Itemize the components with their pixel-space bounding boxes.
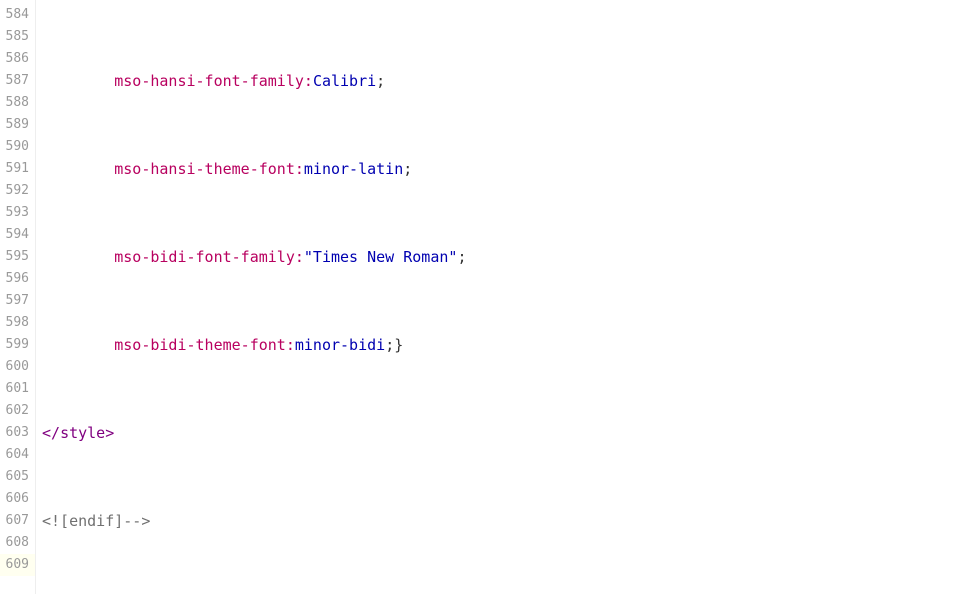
line-number: 585 (0, 26, 35, 48)
code-area[interactable]: mso-hansi-font-family:Calibri; mso-hansi… (36, 0, 967, 594)
code-line[interactable]: </style> (42, 422, 967, 444)
line-number: 597 (0, 290, 35, 312)
line-number: 608 (0, 532, 35, 554)
line-number: 584 (0, 4, 35, 26)
line-number: 605 (0, 466, 35, 488)
line-number: 601 (0, 378, 35, 400)
line-number: 594 (0, 224, 35, 246)
code-line[interactable]: mso-bidi-theme-font:minor-bidi;} (42, 334, 967, 356)
code-line[interactable]: mso-hansi-theme-font:minor-latin; (42, 158, 967, 180)
line-number: 596 (0, 268, 35, 290)
line-number: 598 (0, 312, 35, 334)
line-number-gutter: 584 585 586 587 588 589 590 591 592 593 … (0, 0, 36, 594)
code-line[interactable]: mso-bidi-font-family:"Times New Roman"; (42, 246, 967, 268)
line-number: 595 (0, 246, 35, 268)
line-number: 593 (0, 202, 35, 224)
line-number: 607 (0, 510, 35, 532)
code-line[interactable]: <![endif]--> (42, 510, 967, 532)
code-editor: 584 585 586 587 588 589 590 591 592 593 … (0, 0, 967, 594)
line-number: 589 (0, 114, 35, 136)
line-number: 586 (0, 48, 35, 70)
line-number: 602 (0, 400, 35, 422)
line-number: 600 (0, 356, 35, 378)
line-number: 592 (0, 180, 35, 202)
line-number: 609 (0, 554, 35, 576)
line-number: 588 (0, 92, 35, 114)
line-number: 591 (0, 158, 35, 180)
line-number: 590 (0, 136, 35, 158)
code-line[interactable]: mso-hansi-font-family:Calibri; (42, 70, 967, 92)
line-number: 603 (0, 422, 35, 444)
line-number: 606 (0, 488, 35, 510)
line-number: 587 (0, 70, 35, 92)
line-number: 599 (0, 334, 35, 356)
line-number: 604 (0, 444, 35, 466)
